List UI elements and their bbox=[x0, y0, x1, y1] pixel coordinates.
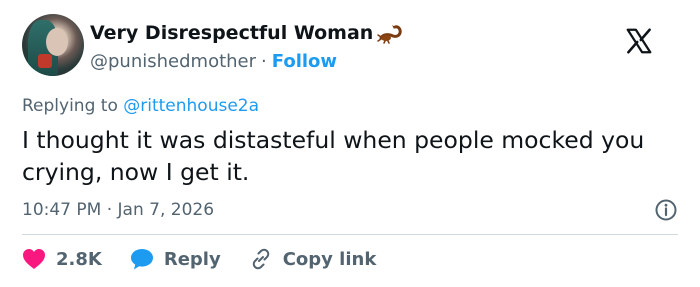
like-count: 2.8K bbox=[56, 248, 102, 270]
tweet-header: Very Disrespectful Woman @punishedmother… bbox=[22, 14, 682, 80]
name-row: Very Disrespectful Woman bbox=[90, 22, 407, 44]
divider bbox=[22, 234, 678, 235]
tweet-timestamp[interactable]: 10:47 PM · Jan 7, 2026 bbox=[22, 200, 214, 220]
like-button[interactable]: 2.8K bbox=[22, 248, 102, 270]
action-bar: 2.8K Reply Copy link bbox=[22, 247, 404, 271]
replying-to: Replying to @rittenhouse2a bbox=[22, 96, 259, 116]
reply-bubble-icon bbox=[130, 249, 153, 270]
heart-icon bbox=[23, 249, 45, 269]
replying-to-prefix: Replying to bbox=[22, 96, 118, 116]
avatar-drink bbox=[38, 54, 52, 68]
handle-row: @punishedmother · Follow bbox=[90, 51, 337, 72]
tweet-time: 10:47 PM bbox=[22, 200, 102, 220]
avatar[interactable] bbox=[22, 14, 84, 76]
scorpion-icon bbox=[377, 25, 403, 44]
author-display-name[interactable]: Very Disrespectful Woman bbox=[90, 22, 373, 44]
separator-dot: · bbox=[261, 51, 267, 72]
reply-label: Reply bbox=[163, 248, 221, 270]
copy-link-button[interactable]: Copy link bbox=[249, 247, 377, 271]
copy-link-label: Copy link bbox=[282, 248, 377, 270]
avatar-face bbox=[46, 28, 68, 56]
reply-button[interactable]: Reply bbox=[130, 248, 221, 270]
info-icon[interactable] bbox=[654, 198, 678, 222]
tweet-date: Jan 7, 2026 bbox=[117, 200, 215, 220]
tweet-text: I thought it was distasteful when people… bbox=[22, 126, 645, 186]
replying-to-mention[interactable]: @rittenhouse2a bbox=[123, 96, 259, 116]
x-logo-icon[interactable] bbox=[624, 26, 654, 56]
link-icon bbox=[252, 248, 269, 270]
author-handle[interactable]: @punishedmother bbox=[90, 51, 256, 72]
timestamp-separator: · bbox=[106, 200, 113, 220]
follow-button[interactable]: Follow bbox=[272, 51, 337, 72]
